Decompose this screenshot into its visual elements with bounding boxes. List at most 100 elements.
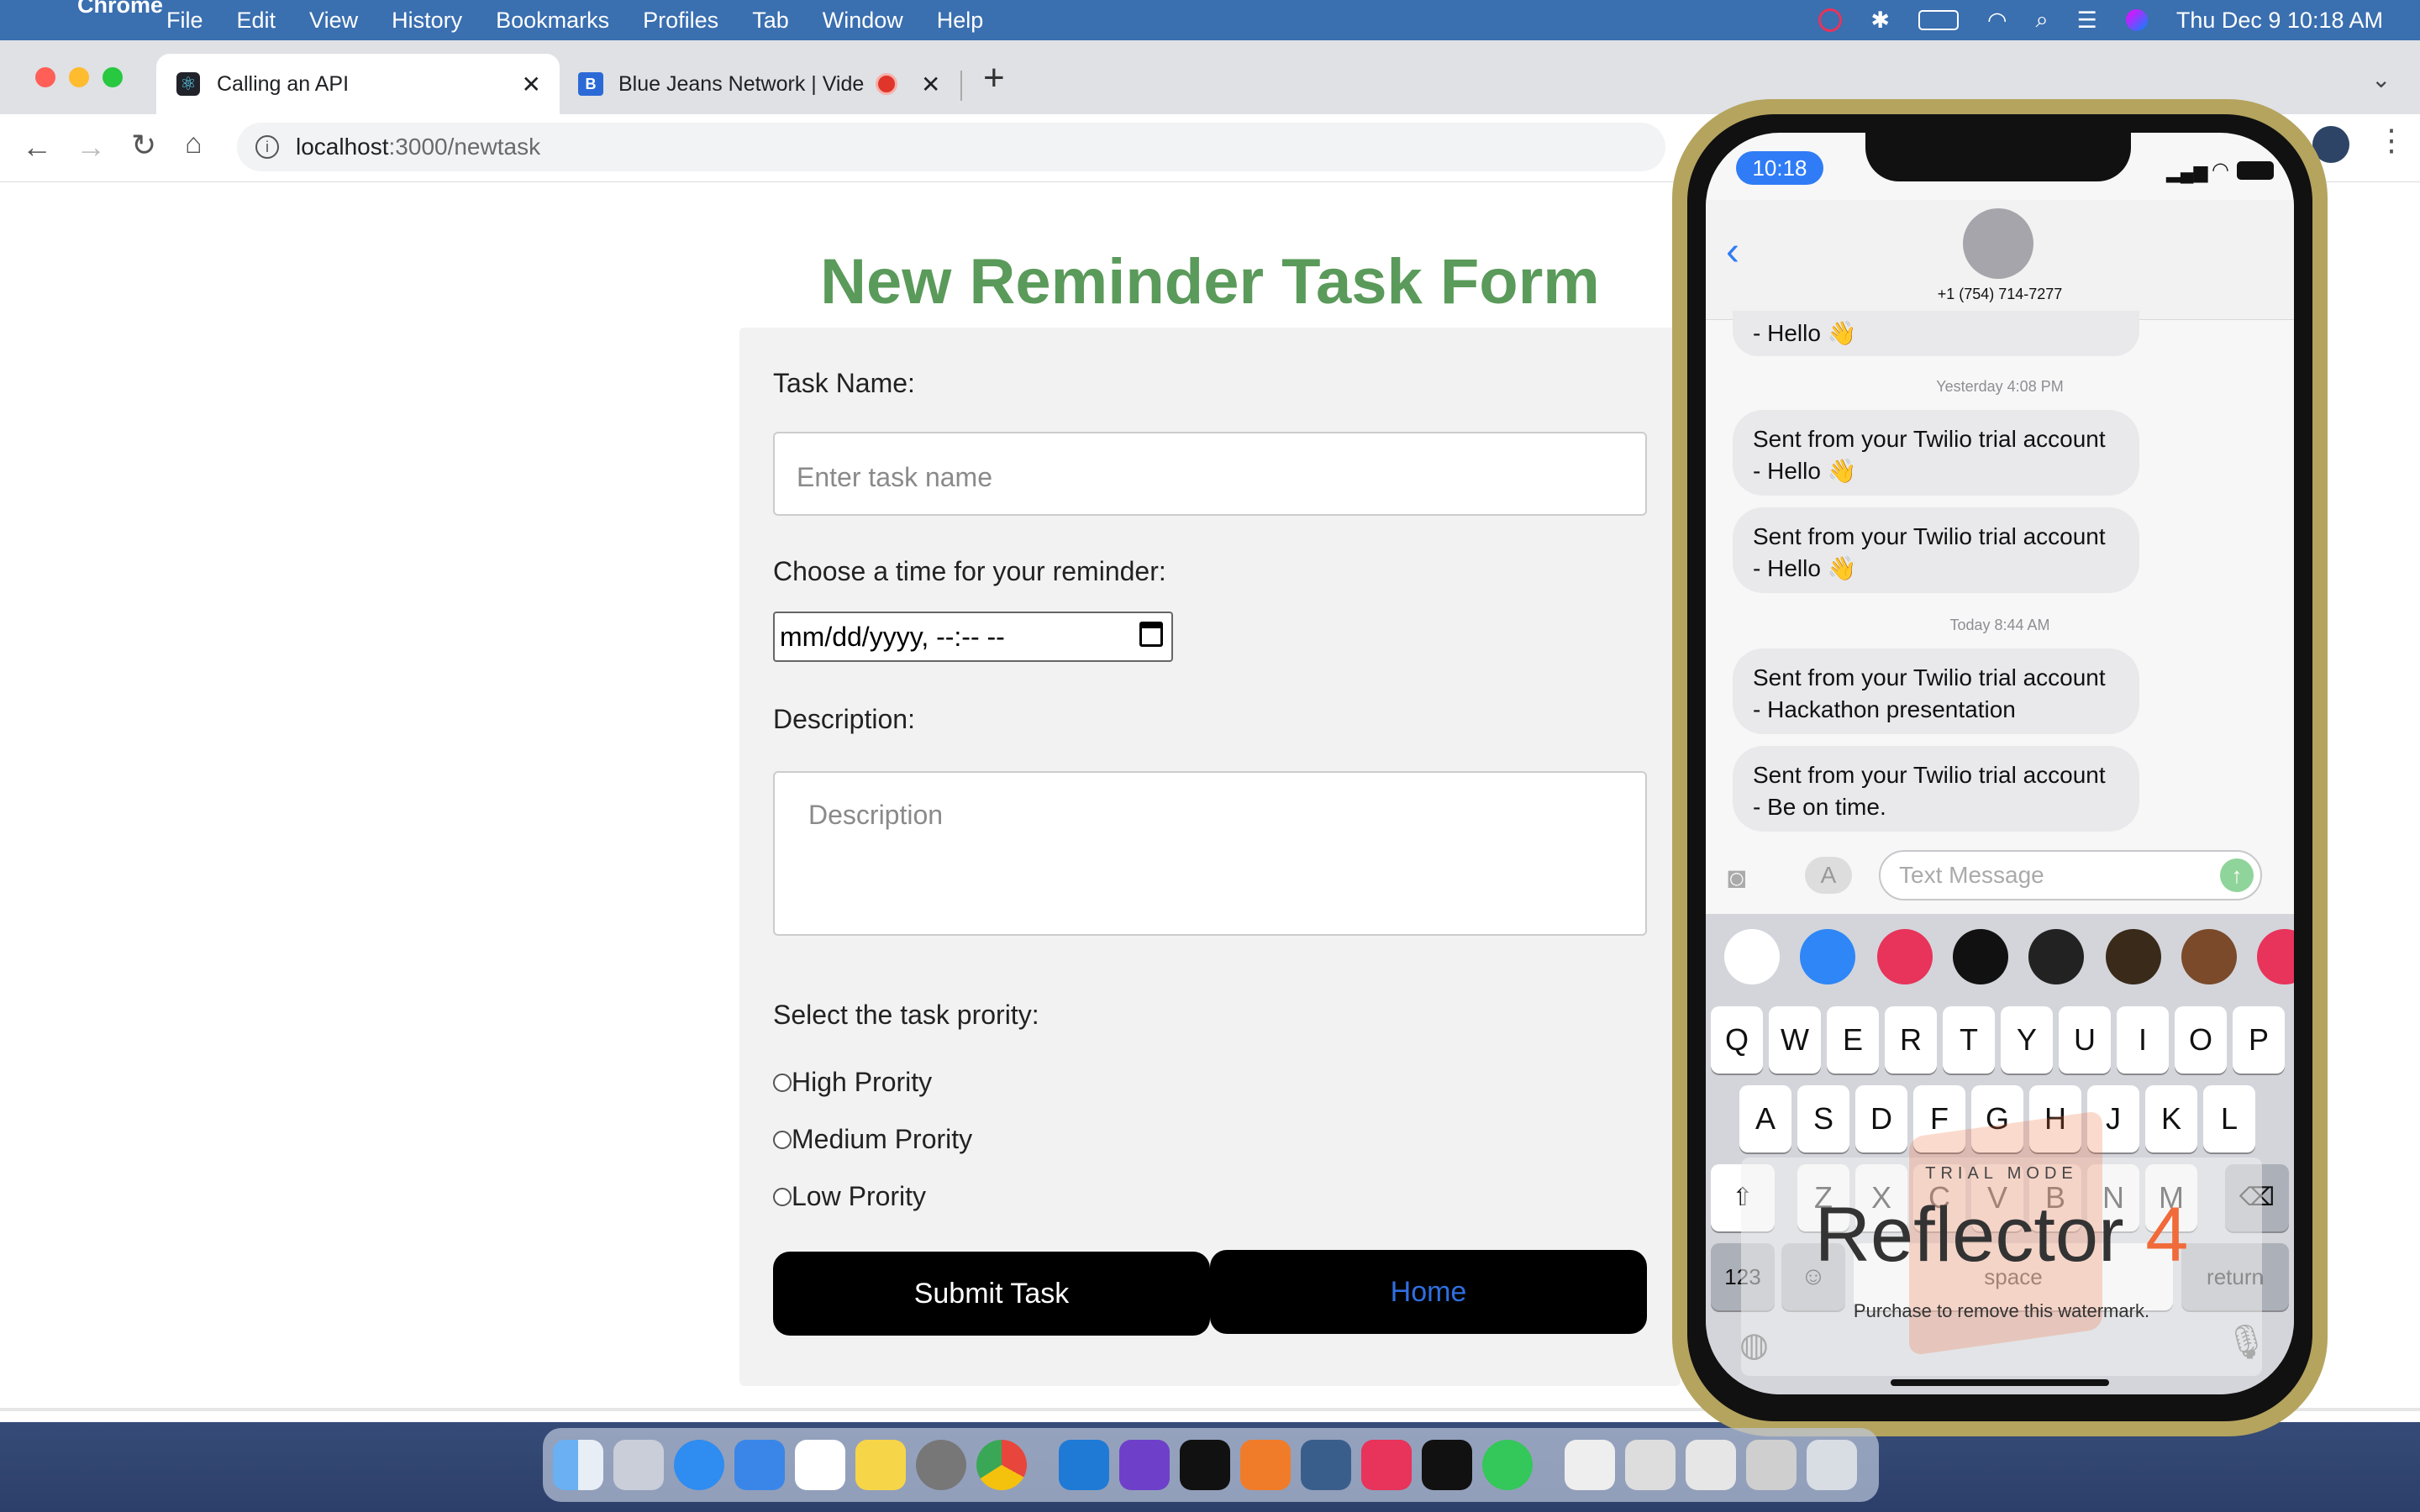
- search-icon[interactable]: ⌕: [2036, 7, 2049, 34]
- reload-icon[interactable]: ↻: [131, 128, 156, 163]
- intellij-icon[interactable]: [1422, 1440, 1472, 1490]
- key-r[interactable]: R: [1885, 1006, 1937, 1074]
- calendar-app-icon[interactable]: [795, 1440, 845, 1490]
- screenshot-thumbnail[interactable]: [1686, 1440, 1736, 1490]
- document-icon[interactable]: [1565, 1440, 1615, 1490]
- priority-option-high[interactable]: High Prority: [773, 1067, 932, 1098]
- key-l[interactable]: L: [2203, 1085, 2255, 1152]
- memoji-icon[interactable]: [2106, 929, 2161, 984]
- github-desktop-icon[interactable]: [1119, 1440, 1170, 1490]
- system-preferences-icon[interactable]: [916, 1440, 966, 1490]
- task-name-input[interactable]: Enter task name: [773, 432, 1647, 516]
- app-store-icon[interactable]: [1800, 929, 1855, 984]
- close-window-button[interactable]: [35, 67, 55, 87]
- calendar-icon[interactable]: [1139, 622, 1163, 647]
- minimize-window-button[interactable]: [69, 67, 89, 87]
- bluetooth-icon[interactable]: ✱: [1870, 8, 1890, 34]
- key-y[interactable]: Y: [2001, 1006, 2053, 1074]
- app-store-apps-icon[interactable]: A: [1805, 857, 1852, 894]
- camera-icon[interactable]: ◙: [1728, 860, 1746, 895]
- compose-input[interactable]: Text Message ↑: [1879, 850, 2262, 900]
- launchpad-icon[interactable]: [613, 1440, 664, 1490]
- memoji-stickers-icon[interactable]: [2181, 929, 2237, 984]
- messages-icon[interactable]: [1482, 1440, 1533, 1490]
- contact-number[interactable]: +1 (754) 714-7277: [1706, 286, 2294, 303]
- mail-icon[interactable]: [734, 1440, 785, 1490]
- key-d[interactable]: D: [1855, 1085, 1907, 1152]
- postman-icon[interactable]: [1240, 1440, 1291, 1490]
- key-q[interactable]: Q: [1711, 1006, 1763, 1074]
- reflector-brand: Reflector 4: [1741, 1191, 2262, 1279]
- mysql-workbench-icon[interactable]: [1301, 1440, 1351, 1490]
- message-text: - Hello 👋: [1753, 555, 1857, 581]
- finder-icon[interactable]: [553, 1440, 603, 1490]
- menu-help[interactable]: Help: [937, 8, 984, 34]
- menu-file[interactable]: File: [166, 8, 203, 34]
- tab-calling-an-api[interactable]: ⚛ Calling an API ✕: [156, 54, 560, 114]
- safari-icon[interactable]: [674, 1440, 724, 1490]
- home-button[interactable]: Home: [1210, 1250, 1647, 1334]
- key-w[interactable]: W: [1769, 1006, 1821, 1074]
- control-center-icon[interactable]: ☰: [2077, 8, 2097, 34]
- key-p[interactable]: P: [2233, 1006, 2285, 1074]
- siri-icon[interactable]: [2125, 9, 2148, 31]
- tab-close-icon[interactable]: ✕: [522, 71, 541, 98]
- menu-tab[interactable]: Tab: [752, 8, 789, 34]
- wifi-icon[interactable]: ◠: [1987, 8, 2007, 34]
- forward-icon[interactable]: →: [76, 129, 106, 165]
- send-icon[interactable]: ↑: [2220, 858, 2254, 892]
- key-s[interactable]: S: [1797, 1085, 1849, 1152]
- key-t[interactable]: T: [1943, 1006, 1995, 1074]
- brand-version: 4: [2145, 1192, 2189, 1278]
- site-info-icon[interactable]: i: [255, 135, 279, 159]
- key-u[interactable]: U: [2059, 1006, 2111, 1074]
- messages-back-icon[interactable]: ‹: [1726, 228, 1739, 275]
- menu-window[interactable]: Window: [823, 8, 903, 34]
- trash-icon[interactable]: [1807, 1440, 1857, 1490]
- address-bar[interactable]: i localhost:3000/newtask: [237, 123, 1665, 171]
- zoom-window-button[interactable]: [103, 67, 123, 87]
- radio-medium[interactable]: [773, 1130, 792, 1149]
- photos-app-icon[interactable]: [1724, 929, 1780, 984]
- home-icon[interactable]: ⌂: [185, 128, 203, 160]
- menu-bookmarks[interactable]: Bookmarks: [496, 8, 609, 34]
- menu-datetime[interactable]: Thu Dec 9 10:18 AM: [2176, 8, 2383, 34]
- more-menu-icon[interactable]: ⋮: [2376, 123, 2407, 158]
- key-k[interactable]: K: [2145, 1085, 2197, 1152]
- home-indicator: [1891, 1379, 2109, 1386]
- contact-avatar[interactable]: [1963, 208, 2033, 279]
- menu-edit[interactable]: Edit: [237, 8, 276, 34]
- key-o[interactable]: O: [2175, 1006, 2227, 1074]
- back-icon[interactable]: ←: [22, 129, 52, 165]
- key-a[interactable]: A: [1739, 1085, 1791, 1152]
- radio-high[interactable]: [773, 1073, 792, 1092]
- datetime-input[interactable]: mm/dd/yyyy, --:-- --: [773, 612, 1173, 662]
- menu-history[interactable]: History: [392, 8, 462, 34]
- screenshot-thumbnail[interactable]: [1625, 1440, 1676, 1490]
- vscode-icon[interactable]: [1059, 1440, 1109, 1490]
- tab-close-icon[interactable]: ✕: [921, 71, 940, 98]
- menu-view[interactable]: View: [309, 8, 358, 34]
- record-icon[interactable]: [1818, 8, 1843, 32]
- description-textarea[interactable]: Description: [773, 771, 1647, 936]
- search-images-icon[interactable]: [1877, 929, 1933, 984]
- notes-icon[interactable]: [855, 1440, 906, 1490]
- reflector-app-icon[interactable]: [1361, 1440, 1412, 1490]
- key-e[interactable]: E: [1827, 1006, 1879, 1074]
- heart-app-icon[interactable]: [2257, 929, 2294, 984]
- new-tab-button[interactable]: +: [983, 57, 1005, 99]
- activity-icon[interactable]: [2028, 929, 2084, 984]
- key-i[interactable]: I: [2117, 1006, 2169, 1074]
- screenshot-thumbnail[interactable]: [1746, 1440, 1797, 1490]
- battery-icon[interactable]: [1918, 10, 1959, 30]
- chrome-icon[interactable]: [976, 1440, 1027, 1490]
- menu-profiles[interactable]: Profiles: [643, 8, 718, 34]
- terminal-icon[interactable]: [1180, 1440, 1230, 1490]
- apple-pay-icon[interactable]: [1953, 929, 2008, 984]
- priority-option-low[interactable]: Low Prority: [773, 1181, 926, 1212]
- submit-task-button[interactable]: Submit Task: [773, 1252, 1210, 1336]
- radio-low[interactable]: [773, 1187, 792, 1206]
- priority-option-medium[interactable]: Medium Prority: [773, 1124, 972, 1155]
- tab-blue-jeans[interactable]: B Blue Jeans Network | Vide ✕: [568, 54, 955, 114]
- tab-search-chevron-icon[interactable]: ⌄: [2371, 66, 2391, 93]
